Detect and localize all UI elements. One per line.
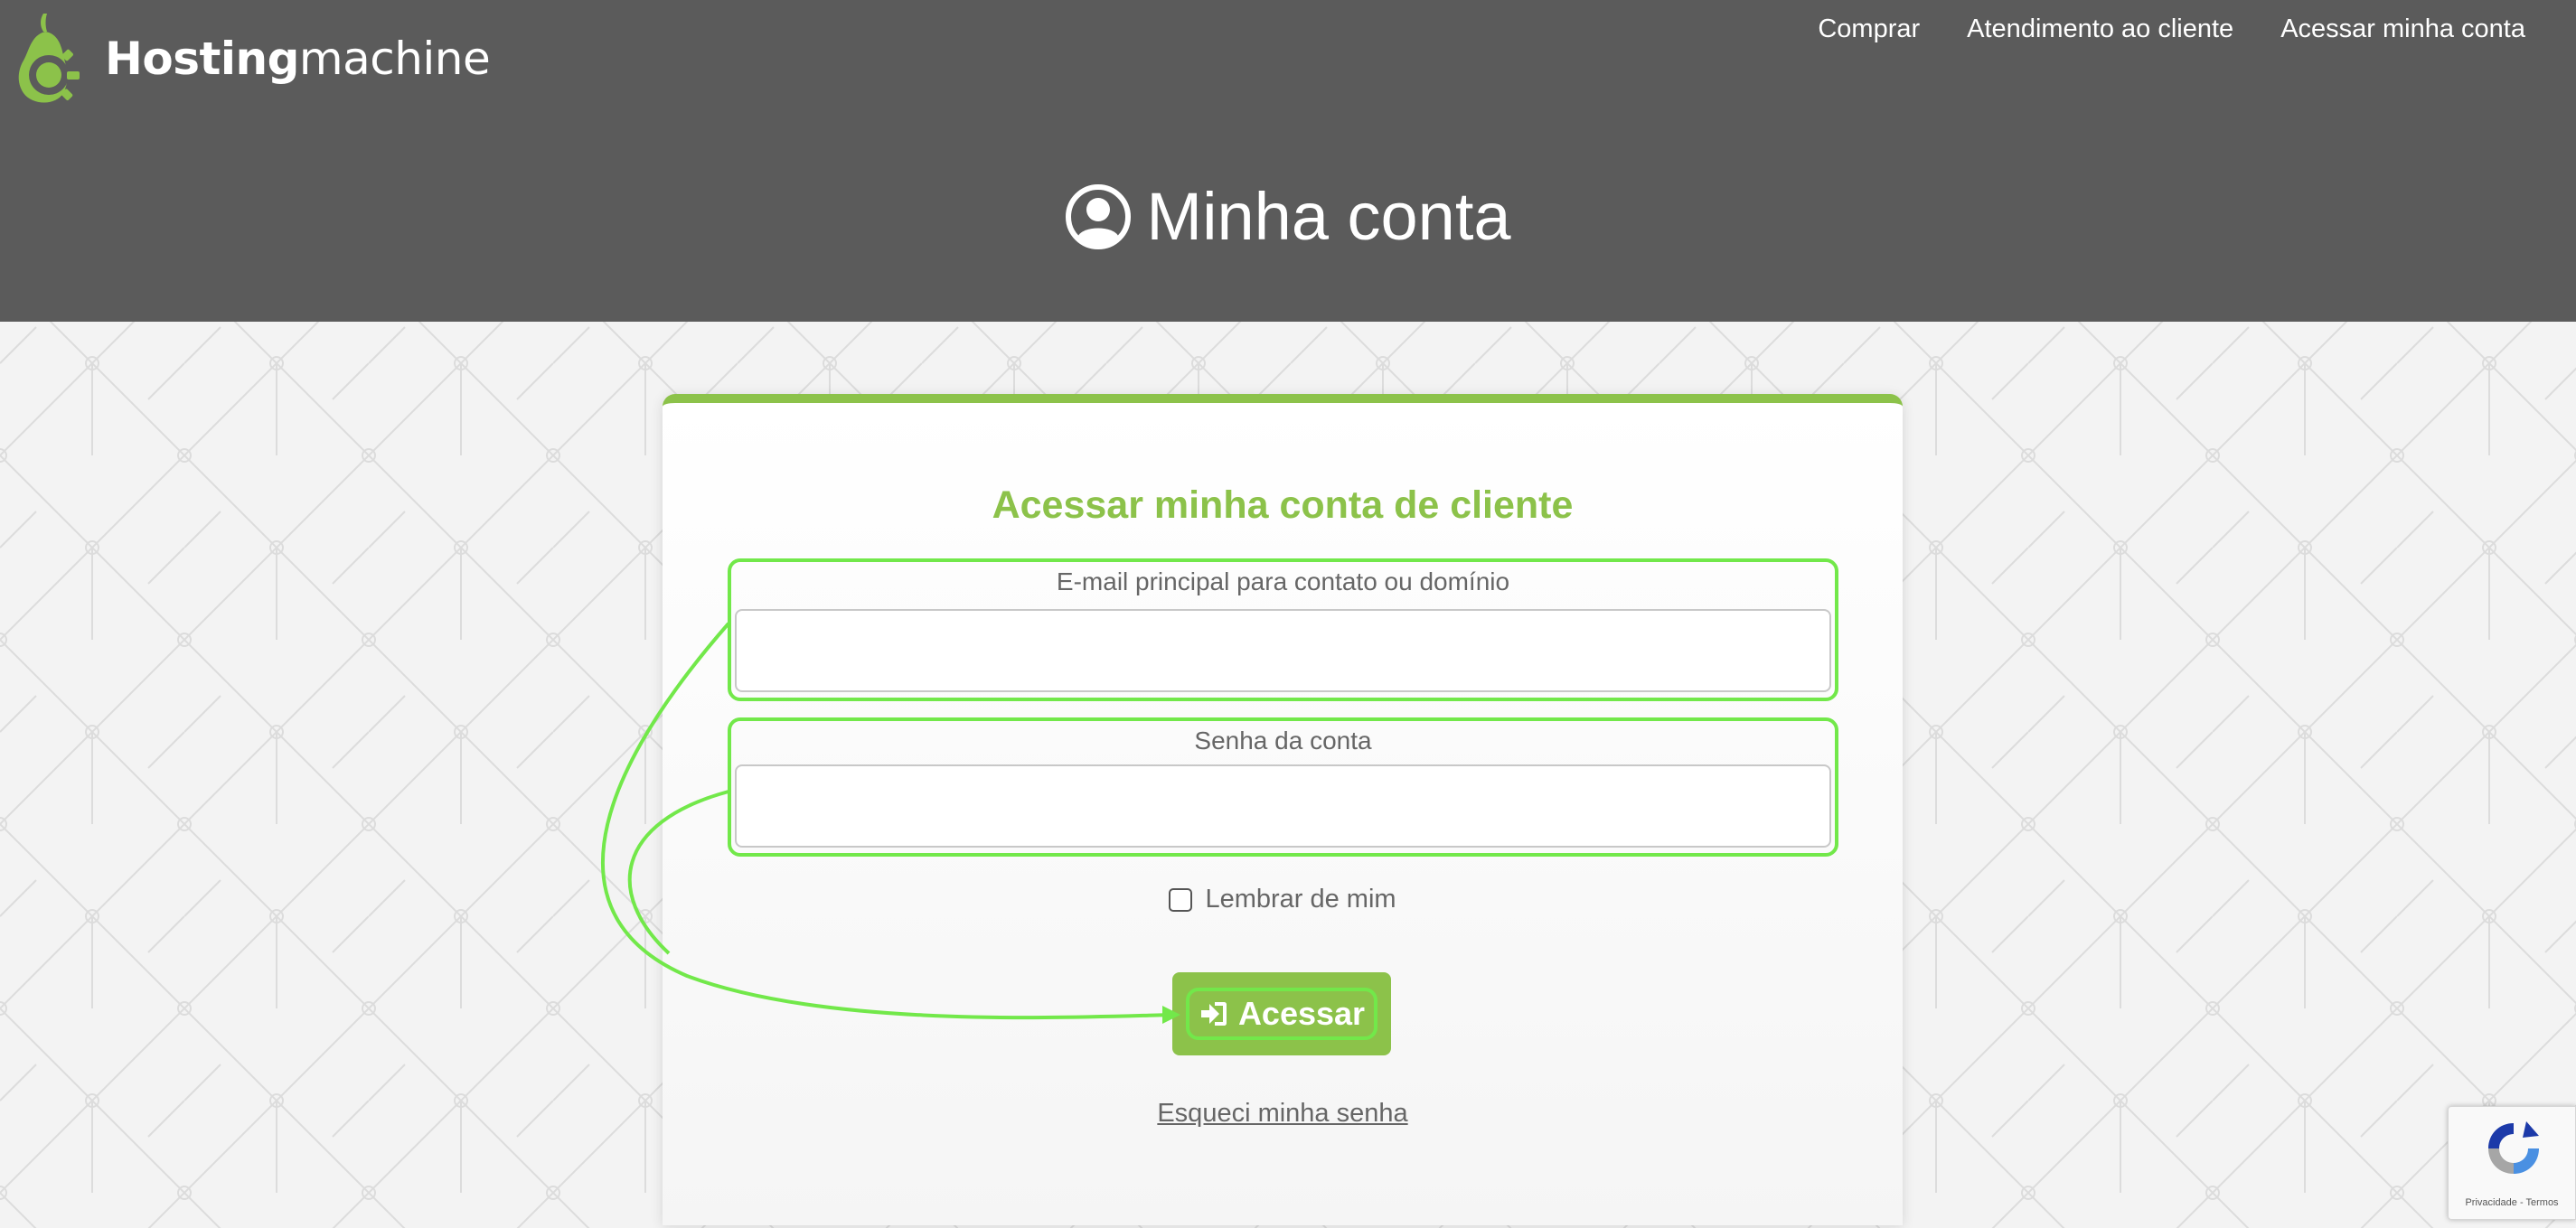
user-circle-icon bbox=[1066, 184, 1132, 249]
email-label: E-mail principal para contato ou domínio bbox=[1056, 567, 1510, 595]
remember-me-label[interactable]: Lembrar de mim bbox=[1205, 885, 1396, 914]
login-title: Acessar minha conta de cliente bbox=[992, 483, 1574, 527]
nav-link-comprar[interactable]: Comprar bbox=[1818, 11, 1920, 47]
password-input[interactable] bbox=[735, 764, 1831, 848]
sign-in-icon bbox=[1200, 1002, 1227, 1026]
forgot-password-wrap: Esqueci minha senha bbox=[663, 1099, 1903, 1129]
remember-me-row: Lembrar de mim bbox=[663, 885, 1903, 914]
email-field-group: E-mail principal para contato ou domínio bbox=[728, 558, 1838, 701]
nav-link-atendimento[interactable]: Atendimento ao cliente bbox=[1967, 11, 2233, 47]
login-submit-label: Acessar bbox=[1237, 995, 1366, 1032]
nav-link-acessar-conta[interactable]: Acessar minha conta bbox=[2280, 11, 2525, 47]
page-title: Minha conta bbox=[1146, 179, 1511, 254]
login-submit-inner: Acessar bbox=[1185, 988, 1378, 1040]
recaptcha-badge[interactable]: Privacidade - Termos bbox=[2448, 1106, 2576, 1220]
email-input[interactable] bbox=[735, 609, 1831, 692]
page-title-wrap: Minha conta bbox=[0, 179, 2576, 255]
hostingmachine-logo[interactable]: Hostingmachine bbox=[13, 9, 491, 108]
recaptcha-terms-link[interactable]: Termos bbox=[2526, 1197, 2559, 1208]
top-nav: Comprar Atendimento ao cliente Acessar m… bbox=[1818, 11, 2525, 47]
site-header: Hostingmachine Comprar Atendimento ao cl… bbox=[0, 0, 2576, 322]
login-card: Acessar minha conta de cliente E-mail pr… bbox=[663, 394, 1903, 1225]
pear-gear-logo-icon bbox=[18, 14, 80, 103]
login-submit-button[interactable]: Acessar bbox=[1172, 972, 1391, 1055]
logo-text: Hostingmachine bbox=[105, 33, 491, 85]
recaptcha-links: Privacidade - Termos bbox=[2449, 1197, 2575, 1208]
recaptcha-separator: - bbox=[2516, 1197, 2526, 1208]
remember-me-checkbox[interactable] bbox=[1169, 887, 1193, 912]
forgot-password-link[interactable]: Esqueci minha senha bbox=[1157, 1099, 1407, 1128]
recaptcha-privacy-link[interactable]: Privacidade bbox=[2465, 1197, 2516, 1208]
recaptcha-logo-icon bbox=[2479, 1118, 2548, 1186]
password-field-group: Senha da conta bbox=[728, 717, 1838, 857]
password-label: Senha da conta bbox=[1194, 726, 1372, 755]
